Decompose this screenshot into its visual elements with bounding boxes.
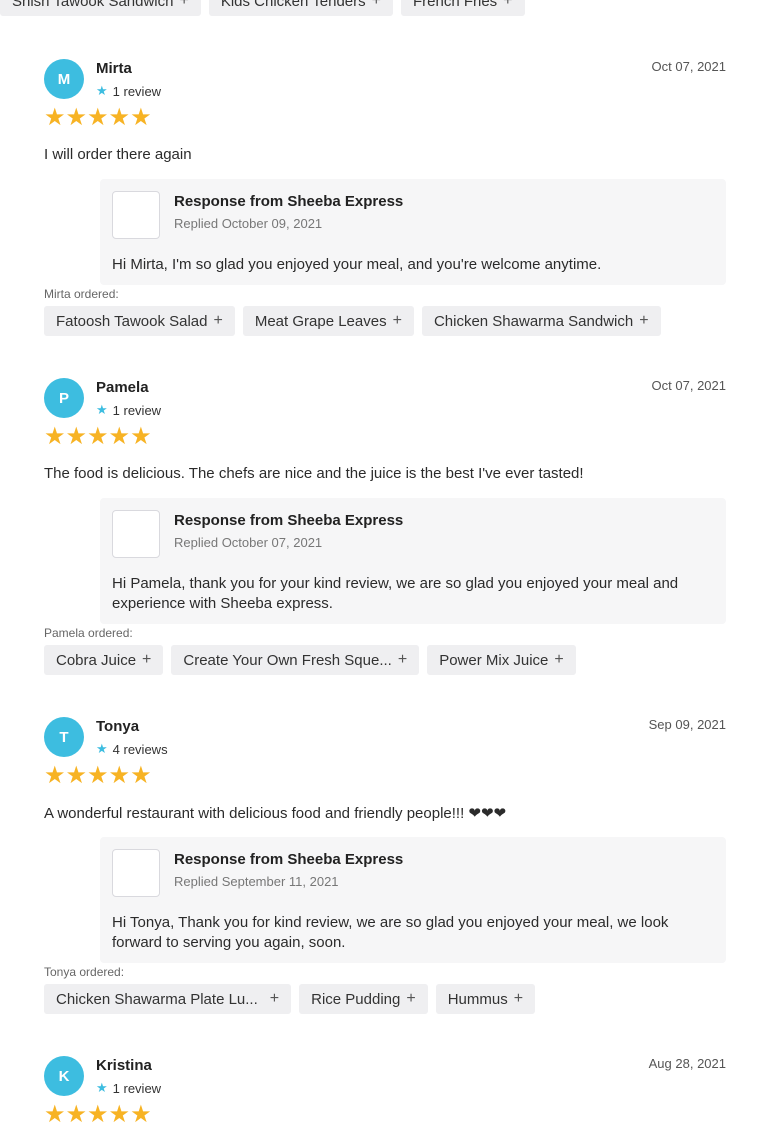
star-icon: ★ (96, 402, 108, 417)
order-item-chip[interactable]: Fatoosh Tawook Salad + (44, 306, 235, 336)
order-item-chip[interactable]: Kids Chicken Tenders + (208, 0, 393, 16)
review-count-label: 4 reviews (112, 741, 168, 757)
restaurant-logo (112, 510, 160, 558)
ordered-label: Pamela ordered: (44, 626, 133, 640)
order-item-chip[interactable]: Cobra Juice + (44, 645, 164, 675)
restaurant-response: Response from Sheeba Express Replied Sep… (100, 837, 726, 963)
star-rating: ★★★★★ (44, 423, 152, 450)
restaurant-logo (112, 191, 160, 239)
chip-label: Cobra Juice (56, 651, 137, 669)
plus-icon: + (213, 312, 223, 329)
order-item-chip[interactable]: Chicken Shawarma Plate Lu... + (44, 984, 292, 1014)
review-count-label: 1 review (112, 402, 162, 418)
chip-label: Create Your Own Fresh Sque... (183, 651, 392, 669)
reviewer-name[interactable]: Tonya (96, 718, 139, 735)
review-date: Aug 28, 2021 (648, 1056, 726, 1071)
response-text: Hi Tonya, Thank you for kind review, we … (112, 914, 669, 951)
avatar: K (44, 1056, 84, 1096)
plus-icon: + (392, 312, 402, 329)
reviewer-name[interactable]: Kristina (96, 1057, 152, 1074)
chip-label: Chicken Shawarma Sandwich (433, 312, 634, 330)
avatar: T (44, 717, 84, 757)
chip-label: Meat Grape Leaves (254, 312, 387, 330)
response-date: Replied September 11, 2021 (174, 874, 339, 889)
plus-icon: + (142, 651, 152, 668)
order-item-chip[interactable]: Shish Tawook Sandwich + (0, 0, 201, 16)
restaurant-response: Response from Sheeba Express Replied Oct… (100, 498, 726, 624)
order-item-chip[interactable]: Create Your Own Fresh Sque... + (171, 645, 420, 675)
star-rating: ★★★★★ (44, 762, 152, 789)
review-card: K Kristina ★ 1 review Aug 28, 2021 ★★★★★ (44, 1056, 726, 1143)
order-item-chip[interactable]: Power Mix Juice + (427, 645, 576, 675)
reviewer-review-count: ★ 4 reviews (96, 741, 168, 757)
reviewer-name[interactable]: Mirta (96, 60, 132, 77)
review-date: Oct 07, 2021 (651, 378, 726, 393)
restaurant-response: Response from Sheeba Express Replied Oct… (100, 179, 726, 285)
star-icon: ★ (96, 741, 108, 756)
ordered-items: Fatoosh Tawook Salad + Meat Grape Leaves +… (44, 306, 661, 336)
chip-label: Hummus (447, 990, 508, 1008)
reviewer-name[interactable]: Pamela (96, 379, 149, 396)
order-item-chip[interactable]: Chicken Shawarma Sandwich + (421, 306, 661, 336)
response-text: Hi Mirta, I'm so glad you enjoyed your m… (112, 256, 602, 273)
ordered-items: Cobra Juice + Create Your Own Fresh Sque.… (44, 645, 576, 675)
star-icon: ★ (96, 83, 108, 98)
response-title: Response from Sheeba Express (174, 851, 404, 868)
plus-icon: + (179, 0, 189, 9)
reviewer-review-count: ★ 1 review (96, 402, 161, 418)
star-rating: ★★★★★ (44, 1101, 152, 1128)
chip-label: French Fries (412, 0, 498, 10)
response-title: Response from Sheeba Express (174, 193, 404, 210)
chip-label: Shish Tawook Sandwich (12, 0, 174, 10)
review-card: P Pamela ★ 1 review Oct 07, 2021 ★★★★★ Th… (44, 378, 726, 678)
review-date: Oct 07, 2021 (651, 59, 726, 74)
reviewer-review-count: ★ 1 review (96, 1080, 161, 1096)
plus-icon: + (397, 651, 408, 668)
order-item-chip[interactable]: French Fries + (400, 0, 525, 16)
chip-label: Kids Chicken Tenders (220, 0, 366, 10)
review-text: I will order there again (44, 146, 192, 163)
chip-label: Chicken Shawarma Plate Lu... (56, 990, 258, 1008)
avatar: M (44, 59, 84, 99)
restaurant-logo (112, 849, 160, 897)
plus-icon: + (371, 0, 381, 9)
star-icon: ★ (96, 1080, 108, 1095)
avatar: P (44, 378, 84, 418)
response-text: Hi Pamela, thank you for your kind revie… (112, 575, 679, 612)
response-date: Replied October 09, 2021 (174, 216, 323, 231)
order-item-chip[interactable]: Meat Grape Leaves + (242, 306, 414, 336)
chip-label: Power Mix Juice (439, 651, 549, 669)
review-text: A wonderful restaurant with delicious fo… (44, 805, 507, 822)
review-date: Sep 09, 2021 (648, 717, 726, 732)
star-rating: ★★★★★ (44, 104, 152, 131)
previous-order-chips: Shish Tawook Sandwich + Kids Chicken Tend… (0, 0, 525, 18)
plus-icon: + (554, 651, 564, 668)
review-count-label: 1 review (112, 1080, 162, 1096)
reviewer-review-count: ★ 1 review (96, 83, 161, 99)
review-count-label: 1 review (112, 83, 162, 99)
plus-icon: + (503, 0, 513, 9)
review-card: T Tonya ★ 4 reviews Sep 09, 2021 ★★★★★ A … (44, 717, 726, 1017)
response-date: Replied October 07, 2021 (174, 535, 323, 550)
review-text: The food is delicious. The chefs are nic… (44, 465, 584, 482)
chip-label: Rice Pudding (311, 990, 401, 1008)
plus-icon: + (269, 990, 280, 1007)
ordered-items: Chicken Shawarma Plate Lu... + Rice Puddi… (44, 984, 536, 1014)
order-item-chip[interactable]: Rice Pudding + (299, 984, 428, 1014)
plus-icon: + (513, 990, 524, 1007)
ordered-label: Mirta ordered: (44, 287, 119, 301)
chip-label: Fatoosh Tawook Salad (56, 312, 208, 330)
plus-icon: + (406, 990, 416, 1007)
ordered-label: Tonya ordered: (44, 965, 125, 979)
response-title: Response from Sheeba Express (174, 512, 404, 529)
order-item-chip[interactable]: Hummus + (435, 984, 536, 1014)
review-card: M Mirta ★ 1 review Oct 07, 2021 ★★★★★ I w… (44, 59, 726, 339)
plus-icon: + (639, 312, 649, 329)
